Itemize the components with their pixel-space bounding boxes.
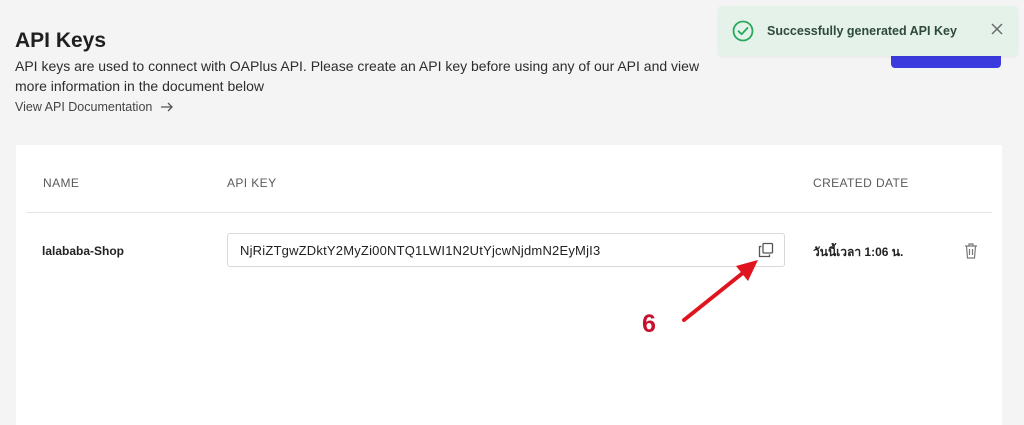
column-header-name: NAME <box>43 176 80 190</box>
toast-message: Successfully generated API Key <box>767 24 957 38</box>
column-header-api-key: API KEY <box>227 176 277 190</box>
api-keys-table: NAME API KEY CREATED DATE lalababa-Shop … <box>16 145 1002 425</box>
annotation-arrow <box>682 260 758 322</box>
table-divider <box>26 212 992 213</box>
page-title: API Keys <box>15 29 107 52</box>
view-api-documentation-link[interactable]: View API Documentation <box>15 100 715 114</box>
close-icon[interactable] <box>988 20 1006 38</box>
page-header: API Keys API keys are used to connect wi… <box>15 28 715 114</box>
column-header-created-date: CREATED DATE <box>813 176 909 190</box>
doc-link-label: View API Documentation <box>15 100 153 114</box>
annotation-step-number: 6 <box>642 310 656 338</box>
created-date: วันนี้เวลา 1:06 น. <box>813 245 904 259</box>
success-toast: Successfully generated API Key <box>718 6 1018 56</box>
arrow-right-icon <box>160 102 174 112</box>
check-circle-icon <box>732 20 754 42</box>
key-name: lalababa-Shop <box>42 244 125 258</box>
page-description: API keys are used to connect with OAPlus… <box>15 58 700 94</box>
trash-icon[interactable] <box>963 242 979 260</box>
api-key-value: NjRiZTgwZDktY2MyZi00NTQ1LWI1N2UtYjcwNjdm… <box>240 242 601 258</box>
